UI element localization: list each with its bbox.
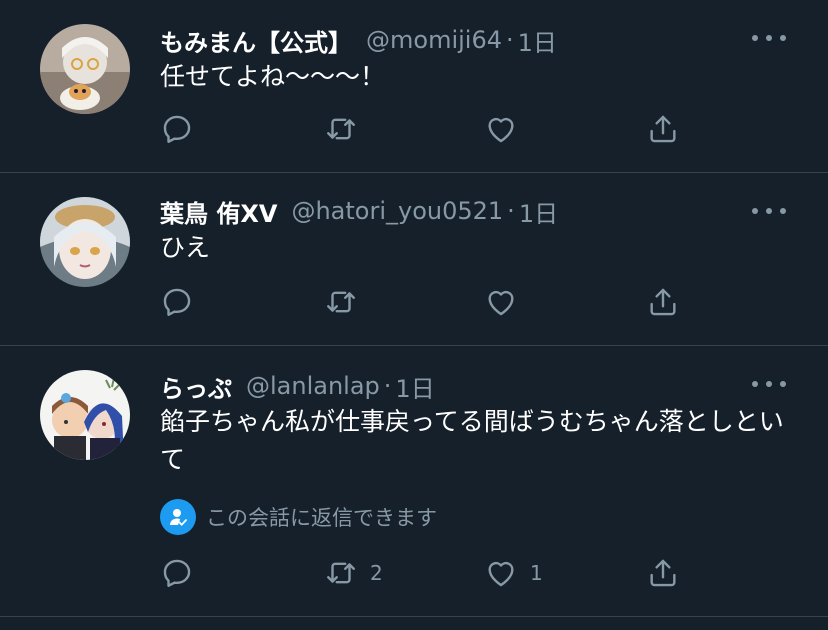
user-check-icon [160,499,196,535]
more-options-icon[interactable] [752,28,786,48]
reply-icon [163,559,191,587]
like-count: 1 [530,561,543,585]
display-name[interactable]: もみまん【公式】 [160,23,352,58]
tweet-2[interactable]: 葉鳥 侑XV @hatori_you0521 · 1日 ひえ [0,173,828,345]
separator: · [507,197,515,225]
like-icon [488,290,514,316]
avatar[interactable] [40,24,130,114]
tweet-text: 任せてよね〜〜〜！ [160,62,386,91]
tweet-actions [160,111,720,147]
tweet-text: ひえ [160,233,211,262]
more-options-icon[interactable] [752,374,786,394]
retweet-button[interactable] [324,284,370,320]
retweet-button[interactable] [324,111,370,147]
retweet-icon [327,562,355,584]
tweet-1[interactable]: もみまん【公式】 @momiji64 · 1日 任せてよね〜〜〜！ [0,0,828,172]
display-name[interactable]: らっぷ [160,369,232,404]
share-icon [650,115,676,143]
avatar-image [40,370,130,460]
timestamp[interactable]: 1日 [518,23,557,58]
user-handle[interactable]: @lanlanlap [246,372,380,400]
timestamp[interactable]: 1日 [519,194,558,229]
user-handle[interactable]: @hatori_you0521 [291,197,503,225]
display-name[interactable]: 葉鳥 侑XV [160,194,277,229]
retweet-count: 2 [370,561,383,585]
avatar-image [40,24,130,114]
reply-icon [163,288,191,316]
timestamp[interactable]: 1日 [395,369,434,404]
retweet-icon [327,291,355,313]
share-button[interactable] [646,111,680,147]
reply-restriction-text: この会話に返信できます [206,506,437,530]
avatar[interactable] [40,370,130,460]
separator: · [383,372,392,400]
share-icon [650,559,676,587]
tweet-divider [0,616,828,617]
retweet-button[interactable]: 2 [324,555,383,591]
reply-button[interactable] [160,555,206,591]
tweet-actions: 2 1 [160,555,720,591]
tweet-actions [160,284,720,320]
separator: · [505,26,514,54]
user-handle[interactable]: @momiji64 [366,26,502,54]
tweet-header: 葉鳥 侑XV @hatori_you0521 · 1日 [160,193,558,229]
like-button[interactable] [484,111,530,147]
share-button[interactable] [646,555,680,591]
avatar[interactable] [40,197,130,287]
tweet-3[interactable]: らっぷ @lanlanlap · 1日 餡子ちゃん私が仕事戻ってる間ばうむちゃん… [0,346,828,616]
like-icon [488,561,514,587]
like-button[interactable] [484,284,530,320]
like-button[interactable]: 1 [484,555,543,591]
reply-button[interactable] [160,284,206,320]
tweet-header: もみまん【公式】 @momiji64 · 1日 [160,22,557,58]
reply-restriction-notice: この会話に返信できます [160,498,437,536]
share-icon [650,288,676,316]
share-button[interactable] [646,284,680,320]
tweet-header: らっぷ @lanlanlap · 1日 [160,368,435,404]
reply-button[interactable] [160,111,206,147]
like-icon [488,117,514,143]
avatar-image [40,197,130,287]
reply-icon [163,115,191,143]
more-options-icon[interactable] [752,201,786,221]
retweet-icon [327,118,355,140]
tweet-text: 餡子ちゃん私が仕事戻ってる間ばうむちゃん落としといて [160,407,784,474]
